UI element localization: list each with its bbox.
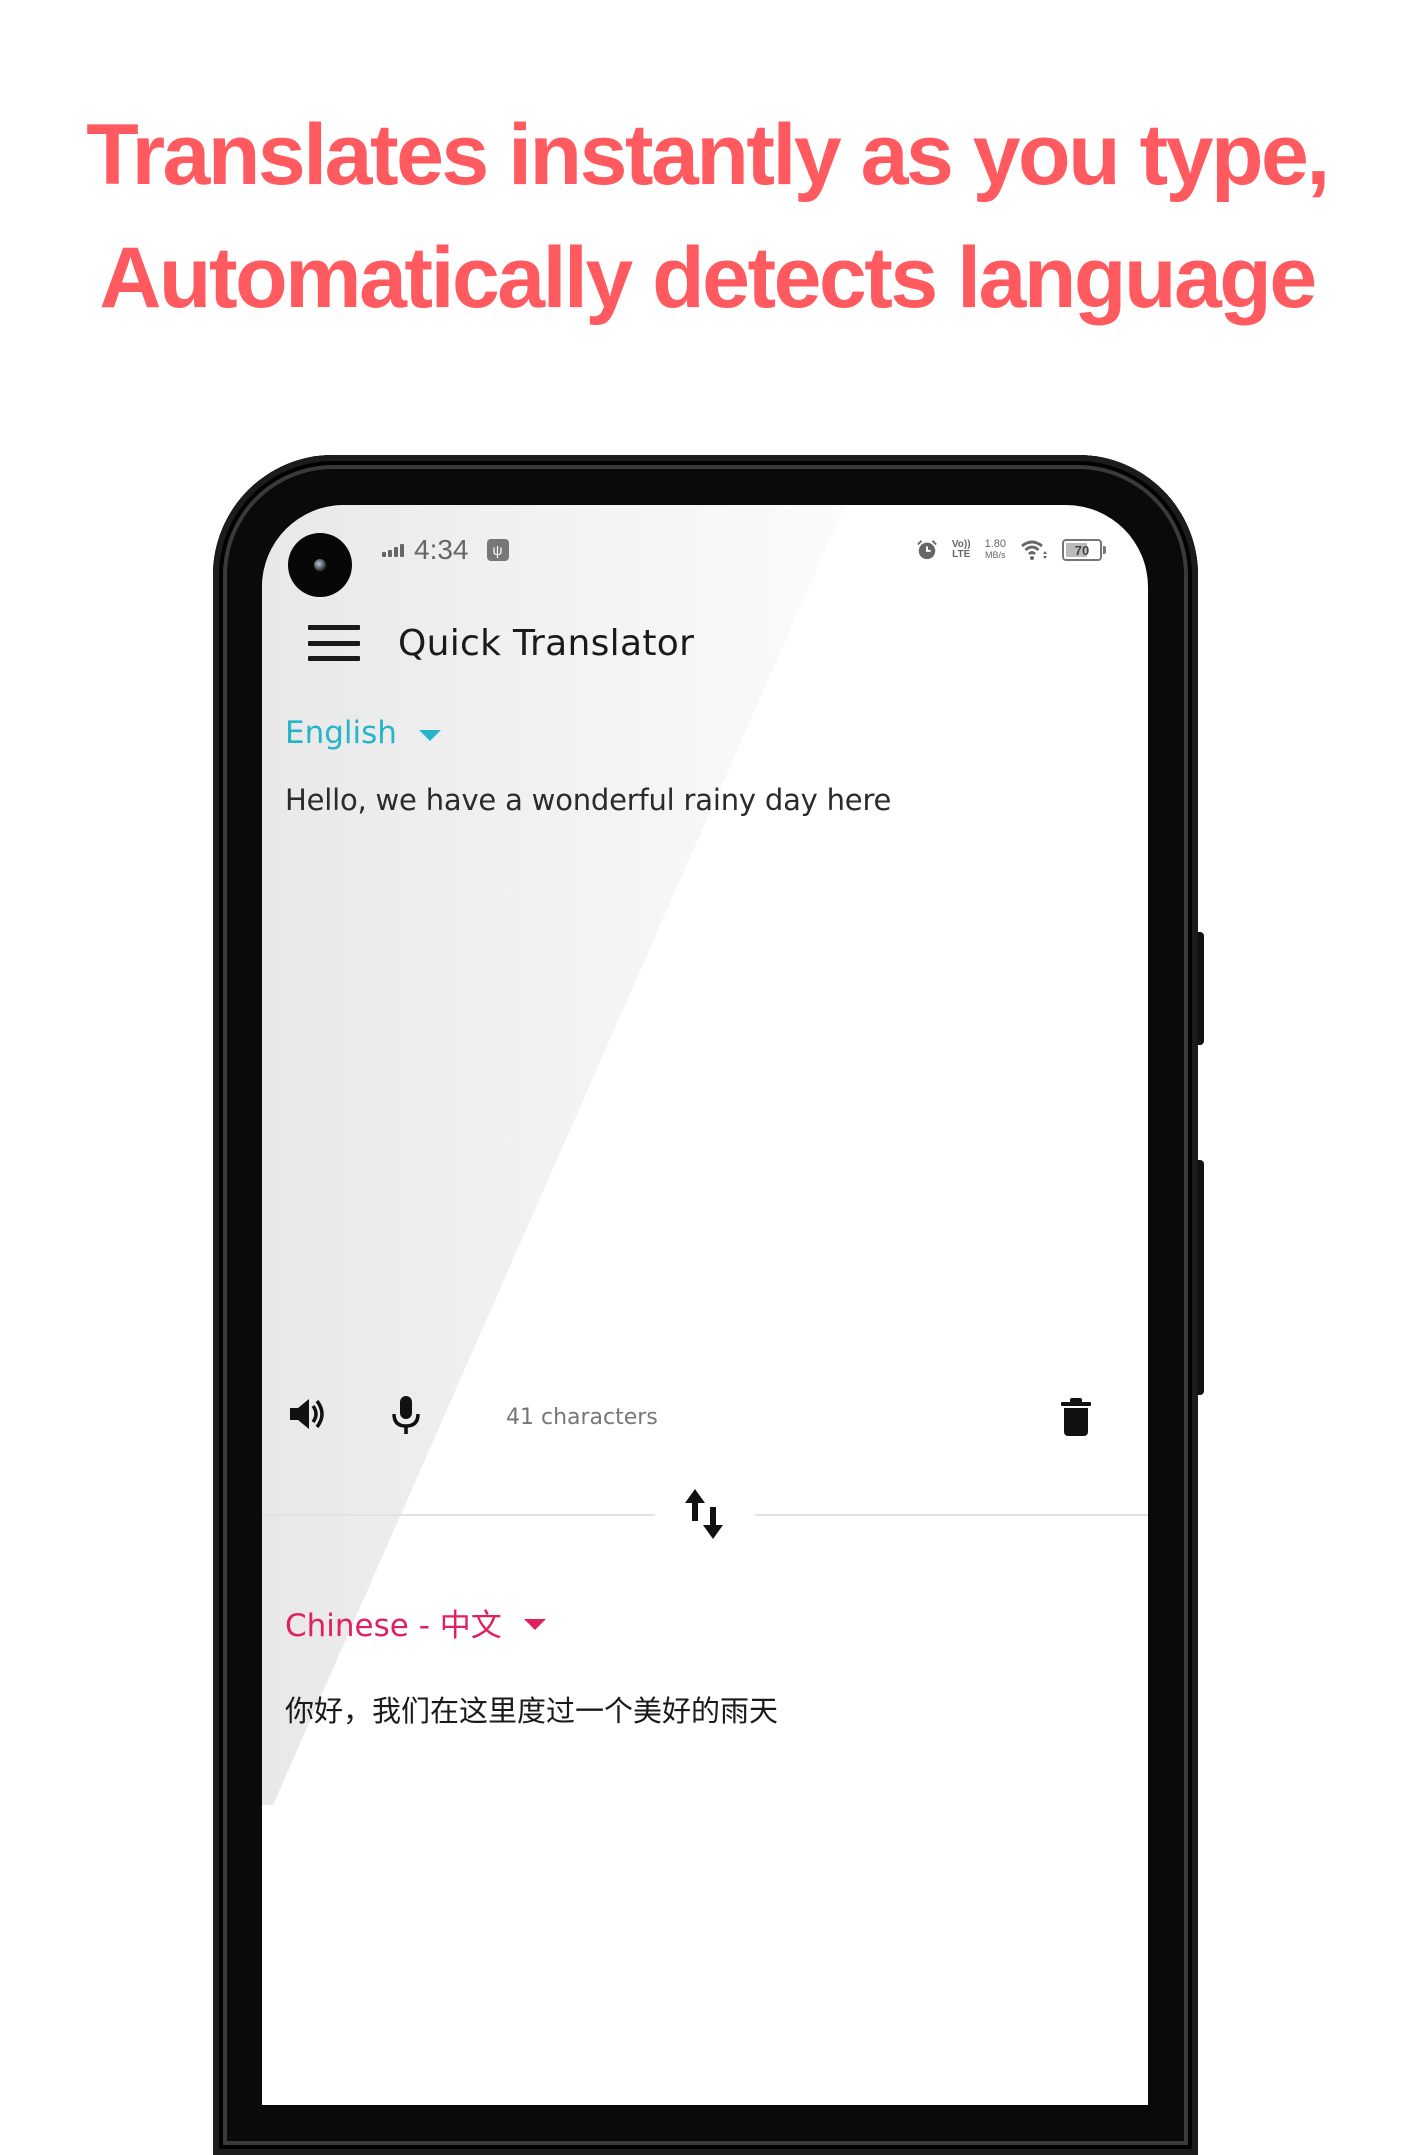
phone-volume-button bbox=[1197, 1160, 1204, 1395]
network-speed: 1.80 MB/s bbox=[984, 538, 1006, 561]
headline-line-2: Automatically detects language bbox=[99, 230, 1317, 326]
hamburger-menu-icon[interactable] bbox=[308, 625, 360, 661]
headline-line-1: Translates instantly as you type, bbox=[86, 107, 1330, 203]
status-time: 4:34 bbox=[414, 534, 469, 565]
chevron-down-icon bbox=[523, 1619, 546, 1630]
source-language-dropdown[interactable]: English bbox=[285, 715, 441, 751]
source-text-input[interactable]: Hello, we have a wonderful rainy day her… bbox=[285, 783, 891, 817]
battery-level: 70 bbox=[1074, 542, 1090, 558]
volte-icon: Vo)) LTE bbox=[951, 539, 971, 560]
phone-power-button bbox=[1197, 932, 1204, 1045]
source-toolbar: 41 characters bbox=[262, 1393, 1148, 1443]
phone-screen: 4:34 ψ Vo)) LTE 1.80 MB/s 70 Quick Trans… bbox=[262, 505, 1148, 2105]
translated-text-output: 你好，我们在这里度过一个美好的雨天 bbox=[285, 1694, 779, 1728]
usb-icon: ψ bbox=[486, 539, 509, 561]
divider-left bbox=[262, 1514, 655, 1516]
trash-icon[interactable] bbox=[1060, 1397, 1092, 1437]
signal-icon bbox=[382, 543, 404, 557]
app-title: Quick Translator bbox=[398, 622, 695, 664]
chevron-down-icon bbox=[418, 729, 441, 741]
wifi-icon bbox=[1021, 540, 1047, 560]
alarm-icon bbox=[917, 540, 937, 560]
target-language-dropdown[interactable]: Chinese - 中文 bbox=[285, 1600, 546, 1645]
status-bar-right: Vo)) LTE 1.80 MB/s 70 bbox=[916, 535, 1106, 565]
swap-languages-icon[interactable] bbox=[682, 1487, 726, 1541]
source-language-label: English bbox=[285, 715, 397, 751]
front-camera bbox=[288, 533, 352, 597]
status-bar-left: 4:34 ψ bbox=[382, 534, 509, 565]
speaker-icon[interactable] bbox=[288, 1397, 328, 1431]
microphone-icon[interactable] bbox=[390, 1395, 422, 1435]
app-bar: Quick Translator bbox=[308, 622, 695, 664]
character-count: 41 characters bbox=[506, 1405, 658, 1430]
divider-right bbox=[755, 1514, 1148, 1516]
battery-icon: 70 bbox=[1062, 539, 1106, 561]
target-language-label: Chinese - 中文 bbox=[285, 1608, 502, 1644]
